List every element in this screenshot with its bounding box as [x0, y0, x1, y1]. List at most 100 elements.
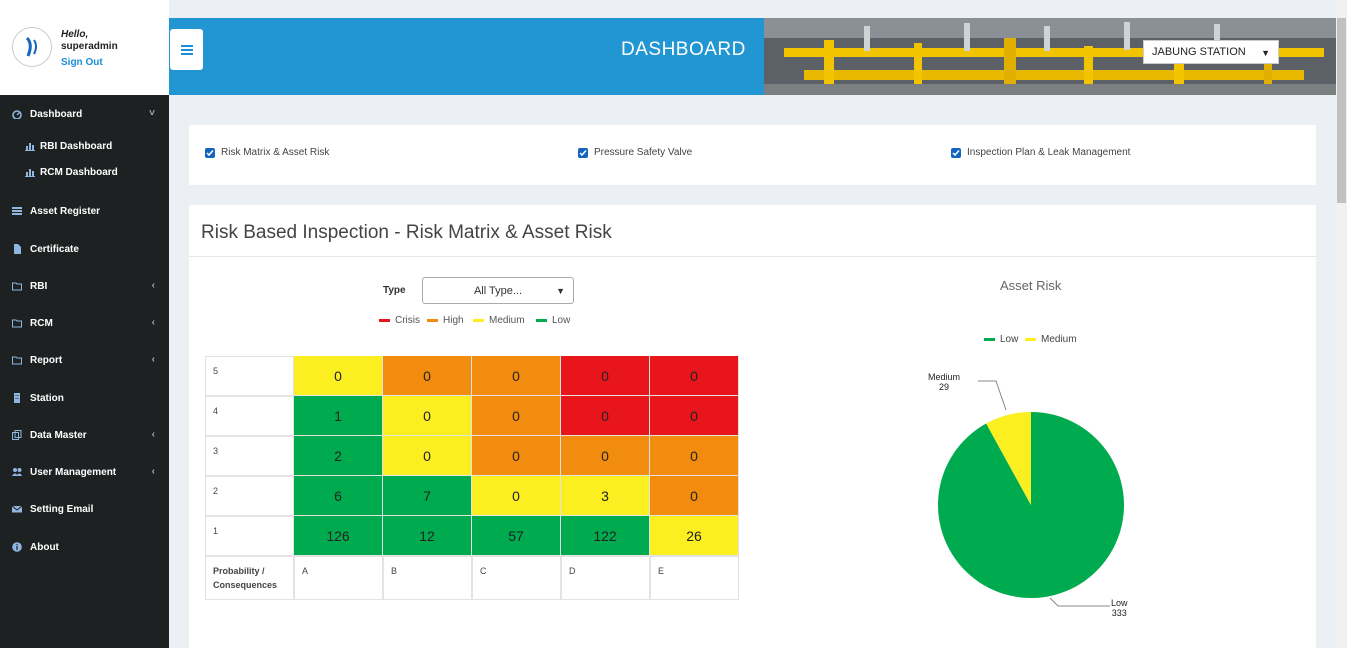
matrix-cell[interactable]: 6	[294, 476, 383, 516]
type-select[interactable]: All Type... ▼	[422, 277, 574, 304]
matrix-column-label: E	[650, 556, 739, 600]
matrix-cell[interactable]: 26	[650, 516, 739, 556]
chevron-left-icon: ‹	[151, 466, 155, 477]
leader-line-low	[1049, 597, 1110, 607]
matrix-row-label: 4	[205, 396, 294, 436]
matrix-column-label: C	[472, 556, 561, 600]
matrix-cell[interactable]: 0	[472, 356, 561, 396]
matrix-cell[interactable]: 0	[383, 396, 472, 436]
sidebar-item-report[interactable]: Report ‹	[0, 348, 169, 372]
sidebar-item-label: RCM Dashboard	[40, 166, 118, 178]
sidebar-item-label: Certificate	[30, 243, 79, 255]
user-panel: Hello, superadmin Sign Out	[0, 0, 169, 95]
checkbox-checked-icon	[578, 147, 588, 158]
matrix-cell[interactable]: 0	[561, 356, 650, 396]
sidebar-item-about[interactable]: About	[0, 535, 169, 559]
matrix-cell[interactable]: 0	[650, 356, 739, 396]
sidebar-item-label: Dashboard	[30, 108, 83, 120]
envelope-icon	[12, 504, 22, 514]
matrix-cell[interactable]: 0	[650, 396, 739, 436]
matrix-cell[interactable]: 1	[294, 396, 383, 436]
matrix-cell[interactable]: 0	[294, 356, 383, 396]
divider	[189, 256, 1316, 257]
matrix-row-label: 1	[205, 516, 294, 556]
matrix-cell[interactable]: 2	[294, 436, 383, 476]
legend-item-low[interactable]: Low	[536, 315, 570, 326]
sidebar-item-label: User Management	[30, 466, 117, 478]
scrollbar-thumb[interactable]	[1337, 18, 1346, 203]
caret-down-icon: ▼	[556, 286, 565, 296]
chevron-left-icon: ‹	[151, 280, 155, 291]
sidebar-item-label: RCM	[30, 317, 53, 329]
users-icon	[12, 467, 22, 477]
folder-icon	[12, 318, 22, 328]
sidebar-item-label: About	[30, 541, 59, 553]
matrix-cell[interactable]: 0	[383, 356, 472, 396]
info-icon	[12, 542, 22, 552]
legend-swatch	[427, 319, 438, 322]
legend-label: High	[443, 315, 464, 326]
sidebar-item-rcm[interactable]: RCM ‹	[0, 311, 169, 335]
sidebar-item-rcm-dashboard[interactable]: RCM Dashboard	[0, 160, 169, 184]
legend-item-medium[interactable]: Medium	[473, 315, 525, 326]
station-select[interactable]: JABUNG STATION ▼	[1143, 40, 1279, 64]
sidebar-item-label: Report	[30, 354, 63, 366]
matrix-cell[interactable]: 0	[561, 396, 650, 436]
legend-item-crisis[interactable]: Crisis	[379, 315, 420, 326]
matrix-cell[interactable]: 0	[650, 436, 739, 476]
matrix-cell[interactable]: 0	[472, 476, 561, 516]
matrix-cell[interactable]: 12	[383, 516, 472, 556]
matrix-cell[interactable]: 0	[472, 396, 561, 436]
sidebar-item-rbi[interactable]: RBI ‹	[0, 274, 169, 298]
legend-label: Crisis	[395, 315, 420, 326]
sidebar-item-label: Asset Register	[30, 205, 101, 217]
matrix-cell[interactable]: 57	[472, 516, 561, 556]
checkbox-label: Risk Matrix & Asset Risk	[221, 147, 330, 158]
sidebar-item-data-master[interactable]: Data Master ‹	[0, 423, 169, 447]
pie-chart-title: Asset Risk	[1000, 278, 1062, 293]
card-title: Risk Based Inspection - Risk Matrix & As…	[201, 222, 612, 243]
pie-legend-item-medium[interactable]: Medium	[1025, 334, 1077, 345]
legend-swatch	[1025, 338, 1036, 341]
hamburger-icon	[180, 44, 193, 55]
legend-item-high[interactable]: High	[427, 315, 464, 326]
checkbox-checked-icon	[205, 147, 215, 158]
sidebar-item-rbi-dashboard[interactable]: RBI Dashboard	[0, 134, 169, 158]
checkbox-label: Pressure Safety Valve	[594, 147, 693, 158]
pie-data-label-name: Low	[1111, 598, 1128, 608]
matrix-cell[interactable]: 0	[383, 436, 472, 476]
matrix-row-label: 2	[205, 476, 294, 516]
legend-label: Medium	[489, 315, 525, 326]
matrix-cell[interactable]: 0	[561, 436, 650, 476]
chevron-left-icon: ‹	[151, 354, 155, 365]
folder-icon	[12, 281, 22, 291]
sign-out-link[interactable]: Sign Out	[61, 57, 103, 68]
legend-swatch	[473, 319, 484, 322]
sidebar-item-station[interactable]: Station	[0, 386, 169, 410]
file-icon	[12, 244, 22, 254]
pie-legend-item-low[interactable]: Low	[984, 334, 1018, 345]
checkbox-inspection-plan[interactable]: Inspection Plan & Leak Management	[951, 147, 1130, 158]
matrix-row-label: 3	[205, 436, 294, 476]
checkbox-risk-matrix[interactable]: Risk Matrix & Asset Risk	[205, 147, 329, 158]
building-icon	[12, 393, 22, 403]
legend-label: Low	[1000, 334, 1019, 345]
sidebar-item-setting-email[interactable]: Setting Email	[0, 497, 169, 521]
menu-toggle-button[interactable]	[170, 29, 203, 70]
matrix-cell[interactable]: 7	[383, 476, 472, 516]
asset-risk-pie-chart	[938, 380, 1124, 607]
matrix-cell[interactable]: 126	[294, 516, 383, 556]
matrix-cell[interactable]: 3	[561, 476, 650, 516]
matrix-cell[interactable]: 0	[650, 476, 739, 516]
dashboard-icon	[12, 109, 22, 119]
station-select-value: JABUNG STATION	[1152, 46, 1246, 58]
matrix-cell[interactable]: 0	[472, 436, 561, 476]
legend-swatch	[536, 319, 547, 322]
sidebar-item-certificate[interactable]: Certificate	[0, 237, 169, 261]
sidebar-item-user-management[interactable]: User Management ‹	[0, 460, 169, 484]
matrix-cell[interactable]: 122	[561, 516, 650, 556]
checkbox-pressure-safety-valve[interactable]: Pressure Safety Valve	[578, 147, 692, 158]
matrix-corner-label: Probability / Consequences	[205, 556, 294, 600]
sidebar-item-asset-register[interactable]: Asset Register	[0, 199, 169, 223]
sidebar-item-dashboard[interactable]: Dashboard ˅	[0, 102, 169, 126]
